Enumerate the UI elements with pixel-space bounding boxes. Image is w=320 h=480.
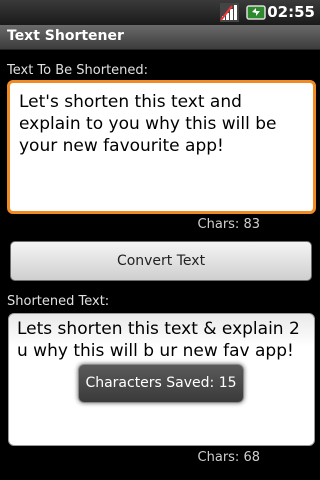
characters-saved-toast: Characters Saved: 15 <box>78 364 244 403</box>
status-time: 02:55 <box>267 3 315 21</box>
app-title: Text Shortener <box>7 28 124 44</box>
output-char-count: Chars: 68 <box>197 450 260 465</box>
signal-bars-icon <box>220 3 239 22</box>
battery-icon <box>246 5 266 20</box>
input-text-field[interactable]: Let's shorten this text and explain to y… <box>7 80 316 214</box>
status-bar: 02:55 <box>0 0 320 25</box>
input-label: Text To Be Shortened: <box>7 63 149 78</box>
input-char-count: Chars: 83 <box>197 217 260 232</box>
title-bar: Text Shortener <box>0 25 320 50</box>
output-label: Shortened Text: <box>7 294 110 309</box>
convert-button[interactable]: Convert Text <box>10 241 312 281</box>
